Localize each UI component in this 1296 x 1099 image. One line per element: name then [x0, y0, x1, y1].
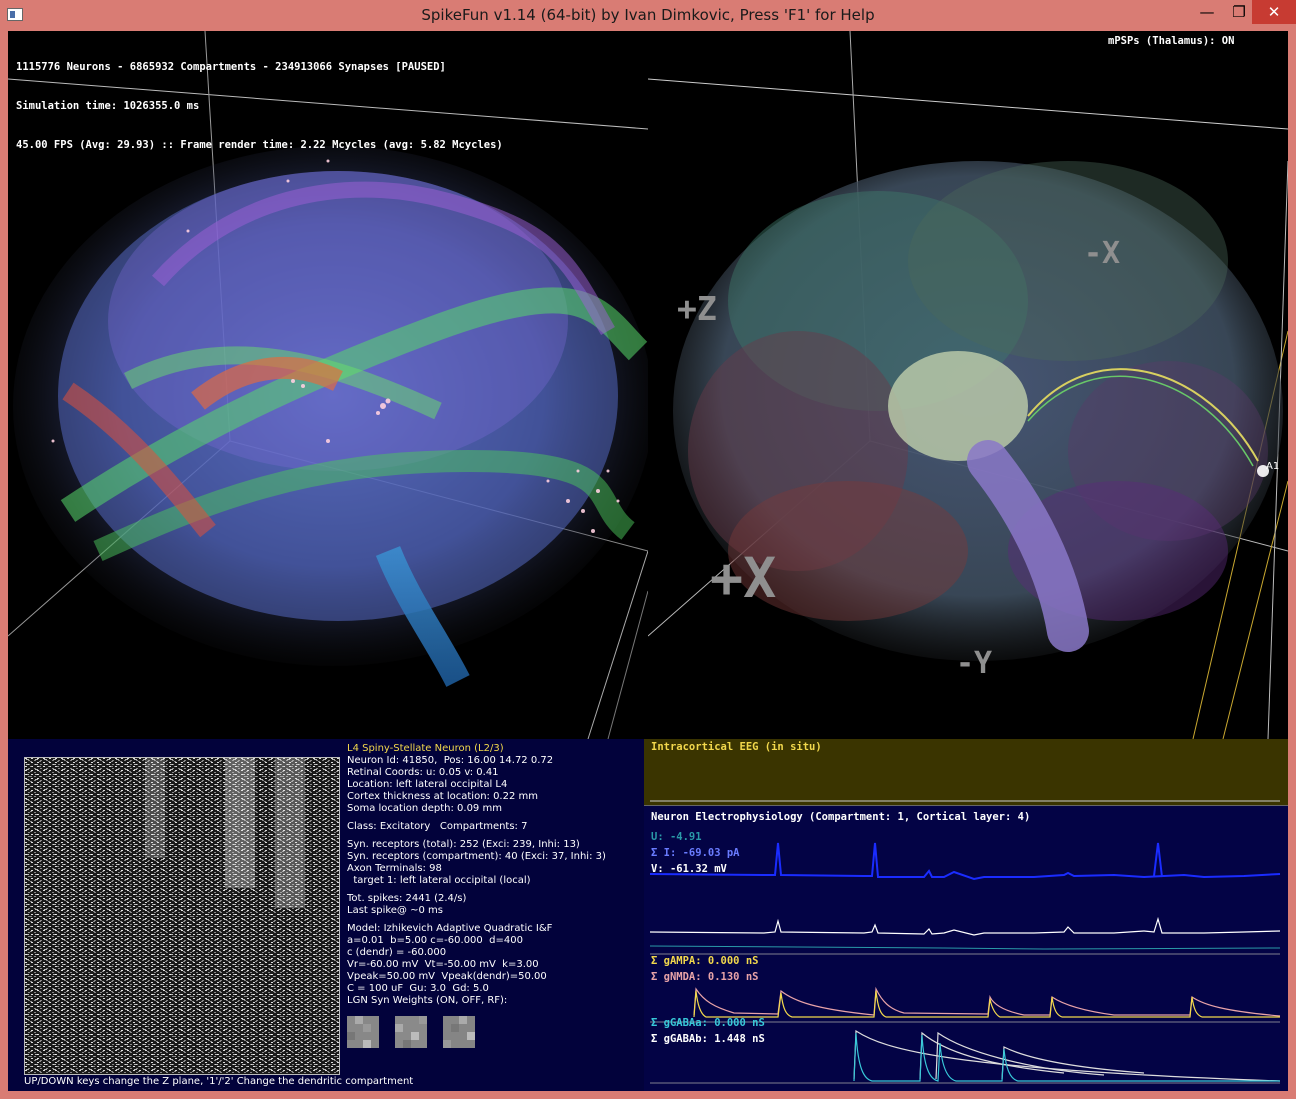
hud-stats: 1115776 Neurons - 6865932 Compartments -…	[16, 35, 503, 178]
u-value: U: -4.91	[651, 831, 702, 843]
info-line: Location: left lateral occipital L4	[347, 779, 508, 790]
electrophysiology-panel: Intracortical EEG (in situ) Neuron Elect…	[644, 739, 1288, 1091]
ggabab-value: Σ gGABAb: 1.448 nS	[651, 1033, 765, 1045]
info-line: Tot. spikes: 2441 (2.4/s)	[347, 893, 467, 904]
info-line: Syn. receptors (compartment): 40 (Exci: …	[347, 851, 606, 862]
hud-network-size: 1115776 Neurons - 6865932 Compartments -…	[16, 61, 446, 73]
hud-mpsps-status: mPSPs (Thalamus): ON	[1108, 35, 1235, 47]
info-line: Model: Izhikevich Adaptive Quadratic I&F	[347, 923, 553, 934]
info-line: a=0.01 b=5.00 c=-60.000 d=400	[347, 935, 523, 946]
info-line: target 1: left lateral occipital (local)	[347, 875, 531, 886]
anatomy-view[interactable]: A1 +Z -X +X -Y	[648, 31, 1288, 739]
gnmda-value: Σ gNMDA: 0.130 nS	[651, 971, 759, 983]
info-line: Last spike@ ~0 ms	[347, 905, 443, 916]
info-line: Cortex thickness at location: 0.22 mm	[347, 791, 539, 802]
lgn-weight-on-patch	[347, 1016, 379, 1048]
ggabaa-value: Σ gGABAa: 0.000 nS	[651, 1017, 765, 1029]
axis-minus-x: -X	[1084, 236, 1121, 271]
lgn-weight-off-patch	[395, 1016, 427, 1048]
neuron-info-panel: L4 Spiny-Stellate Neuron (L2/3) Neuron I…	[8, 739, 644, 1091]
lgn-weight-rf-patch	[443, 1016, 475, 1048]
voltage-value: V: -61.32 mV	[651, 863, 727, 875]
maximize-button[interactable]: ❐	[1222, 0, 1256, 24]
axis-plus-x: +X	[710, 546, 777, 610]
gampa-value: Σ gAMPA: 0.000 nS	[651, 955, 759, 967]
minimize-button[interactable]: —	[1190, 0, 1224, 24]
hud-simulation-time: Simulation time: 1026355.0 ms	[16, 100, 200, 112]
window-title: SpikeFun v1.14 (64-bit) by Ivan Dimkovic…	[421, 6, 875, 24]
close-button[interactable]: ✕	[1252, 0, 1296, 24]
info-line: Class: Excitatory Compartments: 7	[347, 821, 528, 832]
neuron-info-text: L4 Spiny-Stellate Neuron (L2/3) Neuron I…	[347, 743, 606, 1007]
receptive-field-view[interactable]	[24, 757, 340, 1075]
info-line: Axon Terminals: 98	[347, 863, 442, 874]
info-line: Vpeak=50.00 mV Vpeak(dendr)=50.00	[347, 971, 547, 982]
marker-label: A1	[1266, 461, 1279, 472]
info-line: Vr=-60.00 mV Vt=-50.00 mV k=3.00	[347, 959, 539, 970]
title-bar[interactable]: SpikeFun v1.14 (64-bit) by Ivan Dimkovic…	[0, 0, 1296, 31]
info-line: Retinal Coords: u: 0.05 v: 0.41	[347, 767, 499, 778]
neuron-type-title: L4 Spiny-Stellate Neuron (L2/3)	[347, 743, 504, 754]
anatomy-render: A1	[648, 31, 1288, 739]
info-line: LGN Syn Weights (ON, OFF, RF):	[347, 995, 508, 1006]
info-line: Soma location depth: 0.09 mm	[347, 803, 502, 814]
axis-plus-z: +Z	[677, 289, 717, 328]
info-line: c (dendr) = -60.000	[347, 947, 447, 958]
axis-minus-y: -Y	[956, 646, 993, 681]
info-line: Syn. receptors (total): 252 (Exci: 239, …	[347, 839, 580, 850]
simulation-viewport[interactable]: A1 +Z -X +X -Y 1115776 Neurons - 6865932…	[8, 31, 1288, 1091]
current-value: Σ I: -69.03 pA	[651, 847, 740, 859]
info-line: Neuron Id: 41850, Pos: 16.00 14.72 0.72	[347, 755, 554, 766]
hud-fps: 45.00 FPS (Avg: 29.93) :: Frame render t…	[16, 139, 503, 151]
receptive-field-image	[25, 758, 339, 1074]
info-line: C = 100 uF Gu: 3.0 Gd: 5.0	[347, 983, 489, 994]
keyboard-hint: UP/DOWN keys change the Z plane, '1'/'2'…	[24, 1076, 414, 1087]
app-window: SpikeFun v1.14 (64-bit) by Ivan Dimkovic…	[0, 0, 1296, 1099]
